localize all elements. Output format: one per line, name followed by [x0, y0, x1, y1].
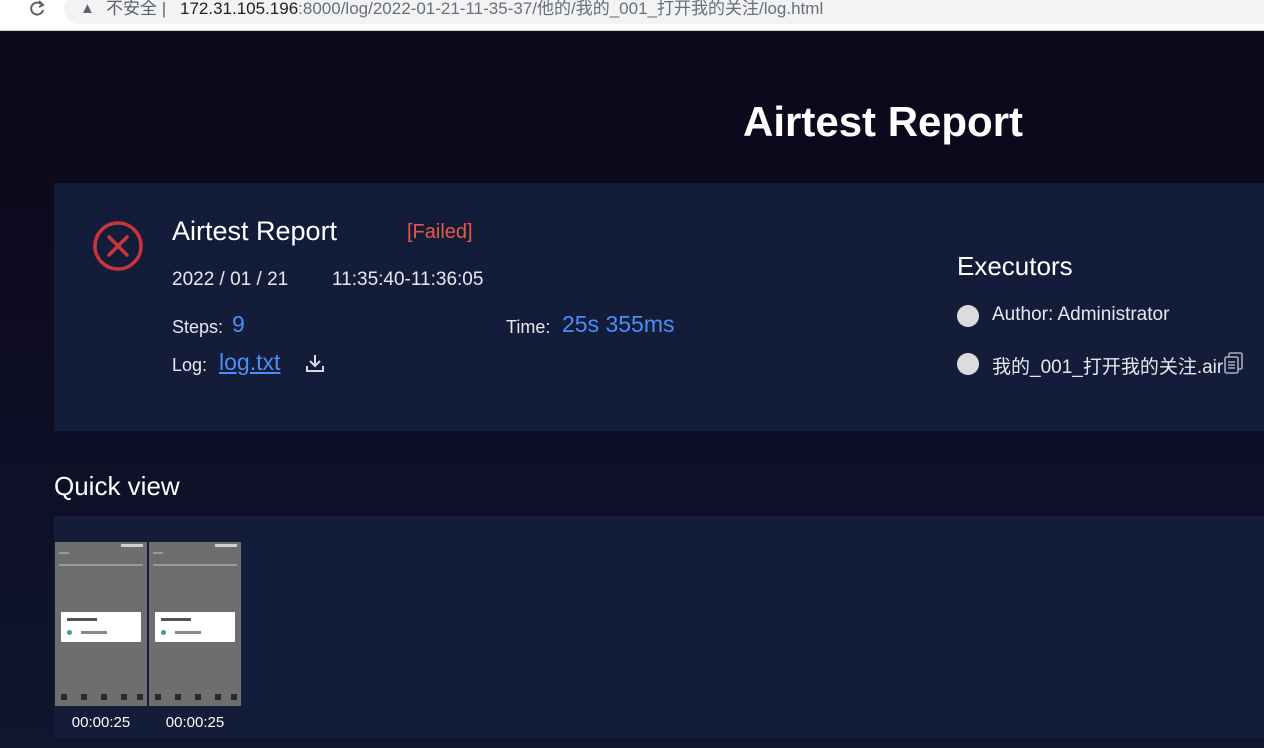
address-bar[interactable]: ▲ 不安全 | 172.31.105.196:8000/log/2022-01-…: [64, 0, 1264, 24]
report-date: 2022 / 01 / 21: [172, 269, 289, 290]
duration-value: 25s 355ms: [562, 311, 675, 337]
screenshot-thumbnail[interactable]: [149, 542, 241, 706]
dialog-preview: [155, 612, 235, 642]
quick-view-title: Quick view: [54, 471, 180, 501]
status-badge: [Failed]: [407, 221, 473, 243]
steps-label: Steps:: [172, 317, 224, 337]
report-page: Airtest Report Airtest Report [Failed] 2…: [0, 31, 1264, 748]
security-label: 不安全 |: [106, 0, 167, 18]
screenshot-thumbnail[interactable]: [55, 542, 147, 706]
url-text: 172.31.105.196:8000/log/2022-01-21-11-35…: [180, 0, 823, 24]
avatar: [957, 305, 979, 327]
reload-icon[interactable]: [22, 0, 52, 22]
thumbnail-time: 00:00:25: [165, 714, 225, 731]
quick-view-panel: 00:00:25 00:00:25: [54, 516, 1264, 738]
steps-value: 9: [232, 311, 245, 337]
dialog-preview: [61, 612, 141, 642]
duration-label: Time:: [506, 317, 551, 337]
page-title: Airtest Report: [743, 98, 1024, 145]
report-title: Airtest Report: [172, 216, 338, 246]
copy-icon[interactable]: [1223, 351, 1245, 375]
warning-icon: ▲: [80, 0, 95, 17]
url-path: :8000/log/2022-01-21-11-35-37/他的/我的_001_…: [298, 0, 824, 18]
thumbnail-time: 00:00:25: [71, 714, 131, 731]
summary-panel: Airtest Report [Failed] 2022 / 01 / 21 1…: [54, 183, 1264, 431]
download-icon[interactable]: [304, 352, 326, 374]
script-dot-icon: [957, 353, 979, 375]
circle-x-icon: [93, 221, 143, 271]
log-label: Log:: [172, 355, 208, 375]
executor-author-label: Author: Administrator: [992, 304, 1170, 325]
report-time-range: 11:35:40-11:36:05: [332, 269, 484, 290]
executor-script-label: 我的_001_打开我的关注.air: [992, 357, 1224, 378]
log-file-link[interactable]: log.txt: [219, 349, 280, 376]
url-host: 172.31.105.196: [180, 0, 299, 18]
browser-toolbar: ▲ 不安全 | 172.31.105.196:8000/log/2022-01-…: [0, 0, 1264, 31]
executors-title: Executors: [957, 251, 1073, 281]
